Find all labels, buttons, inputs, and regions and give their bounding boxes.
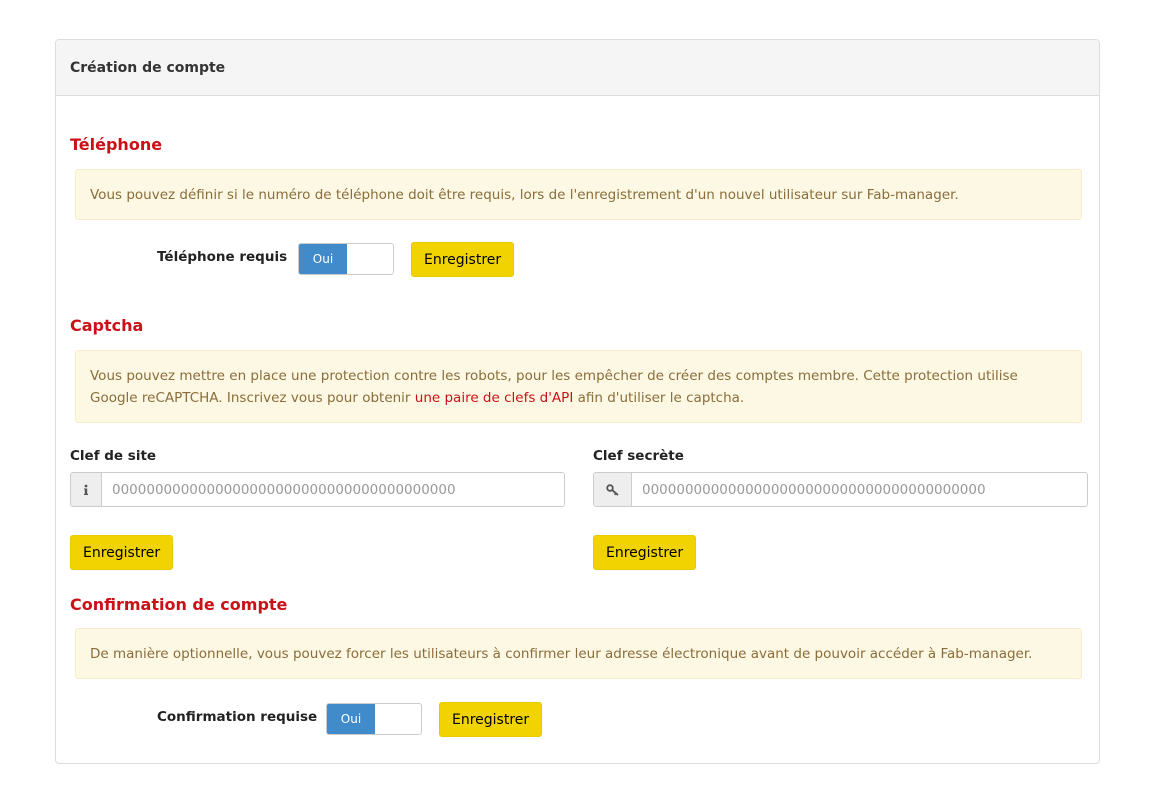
secret-key-label: Clef secrète	[593, 448, 684, 464]
panel-title: Création de compte	[70, 59, 226, 76]
confirmation-required-label: Confirmation requise	[157, 709, 318, 725]
phone-required-toggle[interactable]: Oui	[298, 243, 394, 275]
captcha-info-text-end: afin d'utiliser le captcha.	[573, 390, 745, 406]
phone-section-title: Téléphone	[70, 135, 163, 154]
info-icon	[71, 473, 102, 506]
secret-key-input-group	[593, 472, 1088, 507]
confirmation-required-toggle[interactable]: Oui	[326, 703, 422, 735]
confirmation-save-button[interactable]: Enregistrer	[439, 702, 543, 737]
site-key-input[interactable]	[102, 473, 564, 506]
panel-heading: Création de compte	[56, 40, 1099, 96]
confirmation-info-alert: De manière optionnelle, vous pouvez forc…	[75, 628, 1082, 679]
confirmation-section-title: Confirmation de compte	[70, 595, 288, 614]
phone-info-text: Vous pouvez définir si le numéro de télé…	[90, 186, 959, 203]
key-icon	[594, 473, 632, 506]
captcha-section-title: Captcha	[70, 316, 144, 335]
site-key-label: Clef de site	[70, 448, 157, 464]
site-key-input-group	[70, 472, 565, 507]
phone-save-button[interactable]: Enregistrer	[411, 242, 515, 277]
account-creation-panel: Création de compte Téléphone Vous pouvez…	[55, 39, 1100, 764]
confirmation-info-text: De manière optionnelle, vous pouvez forc…	[90, 645, 1033, 662]
captcha-info-alert: Vous pouvez mettre en place une protecti…	[75, 350, 1082, 423]
phone-required-label: Téléphone requis	[157, 249, 288, 265]
toggle-on-state: Oui	[299, 244, 347, 274]
secret-key-save-button[interactable]: Enregistrer	[593, 535, 697, 570]
site-key-save-button[interactable]: Enregistrer	[70, 535, 174, 570]
api-keys-link[interactable]: une paire de clefs d'API	[415, 390, 574, 406]
toggle-on-state: Oui	[327, 704, 375, 734]
phone-info-alert: Vous pouvez définir si le numéro de télé…	[75, 169, 1082, 220]
secret-key-input[interactable]	[632, 473, 1087, 506]
